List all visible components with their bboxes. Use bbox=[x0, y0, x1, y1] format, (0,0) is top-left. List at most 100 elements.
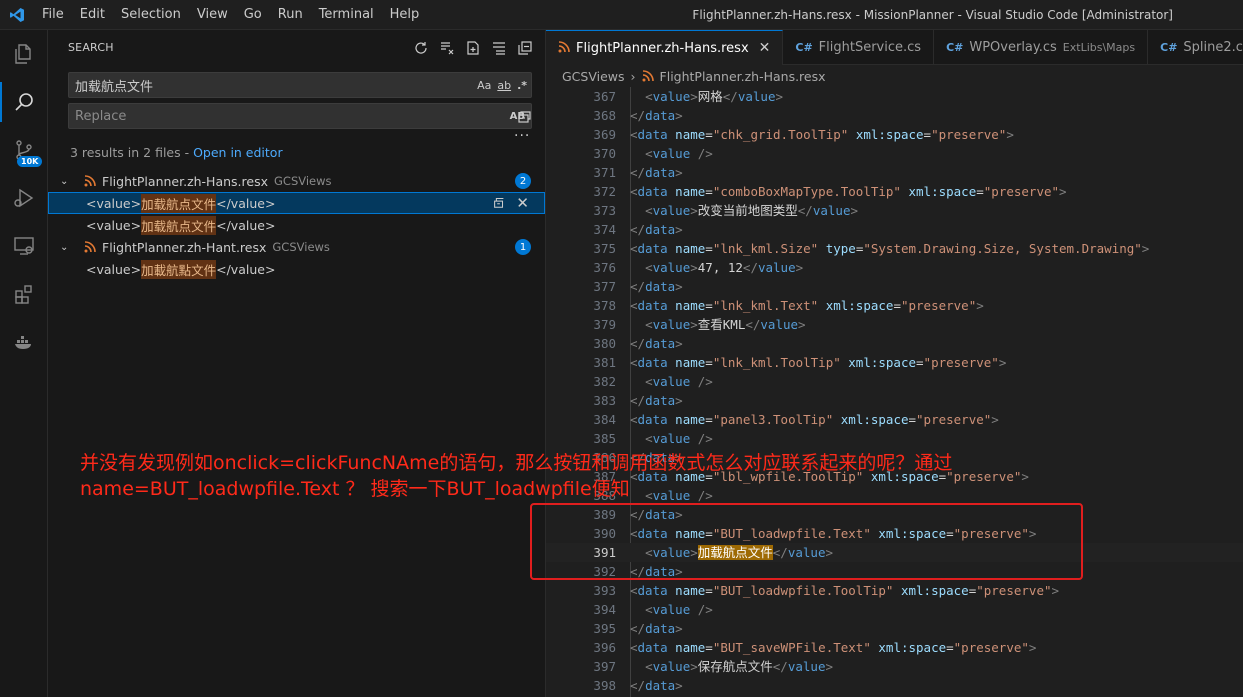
line-content: <value>网格</value> bbox=[645, 89, 784, 104]
menu-item-edit[interactable]: Edit bbox=[72, 0, 113, 30]
menu-item-view[interactable]: View bbox=[189, 0, 236, 30]
tab-wpoverlay-cs[interactable]: C# WPOverlay.cs ExtLibs\Maps bbox=[934, 30, 1149, 65]
breadcrumb-file[interactable]: FlightPlanner.zh-Hans.resx bbox=[660, 69, 826, 84]
chevron-down-icon[interactable]: ⌄ bbox=[60, 242, 74, 253]
tab-flightservice-cs[interactable]: C# FlightService.cs bbox=[783, 30, 935, 65]
line-number: 372 bbox=[593, 184, 616, 199]
line-number: 370 bbox=[593, 146, 616, 161]
source-control-icon[interactable]: 10K bbox=[0, 126, 48, 174]
line-number: 384 bbox=[593, 412, 616, 427]
rss-file-icon bbox=[84, 241, 96, 253]
result-file-row[interactable]: ⌄ FlightPlanner.zh-Hans.resx GCSViews 2 bbox=[48, 170, 545, 192]
menu-item-help[interactable]: Help bbox=[382, 0, 428, 30]
line-content: <data name="BUT_saveWPFile.Text" xml:spa… bbox=[630, 640, 1037, 655]
value-text: 保存航点文件 bbox=[697, 659, 773, 674]
editor-tabs: FlightPlanner.zh-Hans.resx ✕ C# FlightServi… bbox=[546, 30, 1243, 65]
result-file-row[interactable]: ⌄ FlightPlanner.zh-Hant.resx GCSViews 1 bbox=[48, 236, 545, 258]
menu-item-run[interactable]: Run bbox=[270, 0, 311, 30]
view-as-tree-icon[interactable] bbox=[489, 38, 509, 58]
search-input[interactable]: 加载航点文件 Aa ab .* bbox=[68, 72, 532, 98]
code-line: 396 <data name="BUT_saveWPFile.Text" xml:… bbox=[546, 638, 1243, 657]
search-sidebar: SEARCH 加载航点文件 Aa ab .* Replace AB ··· 3 … bbox=[48, 30, 546, 697]
replace-icon[interactable] bbox=[492, 195, 506, 212]
line-number: 379 bbox=[593, 317, 616, 332]
line-number: 367 bbox=[593, 89, 616, 104]
tab-label: FlightService.cs bbox=[818, 40, 922, 55]
results-message: 3 results in 2 files - Open in editor bbox=[70, 145, 283, 160]
result-count-badge: 1 bbox=[515, 239, 531, 255]
close-icon[interactable]: ✕ bbox=[759, 40, 771, 56]
result-match-row[interactable]: <value> 加载航点文件 </value> ✕ bbox=[48, 192, 545, 214]
chevron-down-icon[interactable]: ⌄ bbox=[60, 176, 74, 187]
line-content: <value /> bbox=[645, 602, 713, 617]
code-line: 374 </data> bbox=[546, 220, 1243, 239]
title-bar: File Edit Selection View Go Run Terminal Help F… bbox=[0, 0, 1243, 30]
line-content: <value /> bbox=[645, 374, 713, 389]
dismiss-icon[interactable]: ✕ bbox=[516, 194, 529, 212]
window-title: FlightPlanner.zh-Hans.resx - MissionPlan… bbox=[692, 8, 1173, 22]
source-control-badge: 10K bbox=[17, 156, 43, 167]
search-query: 加载航点文件 bbox=[75, 79, 154, 95]
search-actions bbox=[411, 30, 535, 65]
code-editor[interactable]: 367 <value>网格</value> 368 </data> 369 <data … bbox=[546, 87, 1243, 697]
line-number: 369 bbox=[593, 127, 616, 142]
match-prefix: <value> bbox=[86, 217, 142, 233]
results-count-text: 3 results in 2 files - bbox=[70, 145, 194, 160]
code-line: 381 <data name="lnk_kml.ToolTip" xml:spac… bbox=[546, 353, 1243, 372]
line-content: <value>改变当前地图类型</value> bbox=[645, 203, 859, 218]
line-number: 393 bbox=[593, 583, 616, 598]
menu-item-go[interactable]: Go bbox=[236, 0, 270, 30]
line-number: 376 bbox=[593, 260, 616, 275]
replace-all-icon[interactable] bbox=[514, 106, 534, 126]
match-highlight: 加载航点文件 bbox=[141, 193, 217, 213]
match-prefix: <value> bbox=[86, 261, 142, 277]
attr-name-value: "comboBoxMapType.ToolTip" bbox=[712, 184, 901, 199]
tab-dir: ExtLibs\Maps bbox=[1062, 41, 1136, 54]
tab-label: FlightPlanner.zh-Hans.resx bbox=[576, 40, 749, 56]
code-line: 373 <value>改变当前地图类型</value> bbox=[546, 201, 1243, 220]
line-content: <value>47, 12</value> bbox=[645, 260, 804, 275]
line-content: <data name="chk_grid.ToolTip" xml:space=… bbox=[630, 127, 1014, 142]
explorer-icon[interactable] bbox=[0, 30, 48, 78]
line-number: 398 bbox=[593, 678, 616, 693]
attr-name-value: "panel3.ToolTip" bbox=[712, 412, 834, 427]
line-content: </data> bbox=[630, 108, 683, 123]
menu-item-selection[interactable]: Selection bbox=[113, 0, 189, 30]
menu-item-terminal[interactable]: Terminal bbox=[311, 0, 382, 30]
open-in-editor-link[interactable]: Open in editor bbox=[193, 145, 283, 160]
line-content: </data> bbox=[630, 336, 683, 351]
code-line: 393 <data name="BUT_loadwpfile.ToolTip" x… bbox=[546, 581, 1243, 600]
code-line: 379 <value>查看KML</value> bbox=[546, 315, 1243, 334]
result-match-row[interactable]: <value> 加載航點文件 </value> bbox=[48, 258, 545, 280]
code-line: 376 <value>47, 12</value> bbox=[546, 258, 1243, 277]
line-number: 377 bbox=[593, 279, 616, 294]
collapse-all-icon[interactable] bbox=[515, 38, 535, 58]
replace-input[interactable]: Replace AB bbox=[68, 103, 532, 129]
search-options: Aa ab .* bbox=[477, 73, 527, 97]
search-icon[interactable] bbox=[0, 78, 48, 126]
line-number: 368 bbox=[593, 108, 616, 123]
use-regex-toggle[interactable]: .* bbox=[517, 79, 527, 92]
attr-name-value: "BUT_saveWPFile.Text" bbox=[712, 640, 871, 655]
line-content: </data> bbox=[630, 621, 683, 636]
match-whole-word-toggle[interactable]: ab bbox=[497, 79, 511, 92]
result-match-row[interactable]: <value> 加载航点文件 </value> bbox=[48, 214, 545, 236]
line-number: 383 bbox=[593, 393, 616, 408]
tab-spline2-cs[interactable]: C# Spline2.cs bbox=[1148, 30, 1243, 65]
docker-icon[interactable] bbox=[0, 318, 48, 366]
refresh-icon[interactable] bbox=[411, 38, 431, 58]
match-case-toggle[interactable]: Aa bbox=[477, 79, 491, 92]
clear-results-icon[interactable] bbox=[437, 38, 457, 58]
new-search-editor-icon[interactable] bbox=[463, 38, 483, 58]
menu-item-file[interactable]: File bbox=[34, 0, 72, 30]
tab-flightplanner-zh-hans-resx[interactable]: FlightPlanner.zh-Hans.resx ✕ bbox=[546, 30, 784, 65]
breadcrumb-folder[interactable]: GCSViews bbox=[562, 69, 625, 84]
toggle-search-details-icon[interactable]: ··· bbox=[514, 128, 530, 144]
run-debug-icon[interactable] bbox=[0, 174, 48, 222]
extensions-icon[interactable] bbox=[0, 270, 48, 318]
line-content: </data> bbox=[630, 678, 683, 693]
result-file-name: FlightPlanner.zh-Hans.resx bbox=[102, 173, 268, 189]
annotation-line-1: 并没有发现例如onclick=clickFuncNAme的语句，那么按钮和调用函… bbox=[80, 452, 953, 474]
remote-explorer-icon[interactable] bbox=[0, 222, 48, 270]
breadcrumb: GCSViews › FlightPlanner.zh-Hans.resx bbox=[546, 65, 1243, 87]
